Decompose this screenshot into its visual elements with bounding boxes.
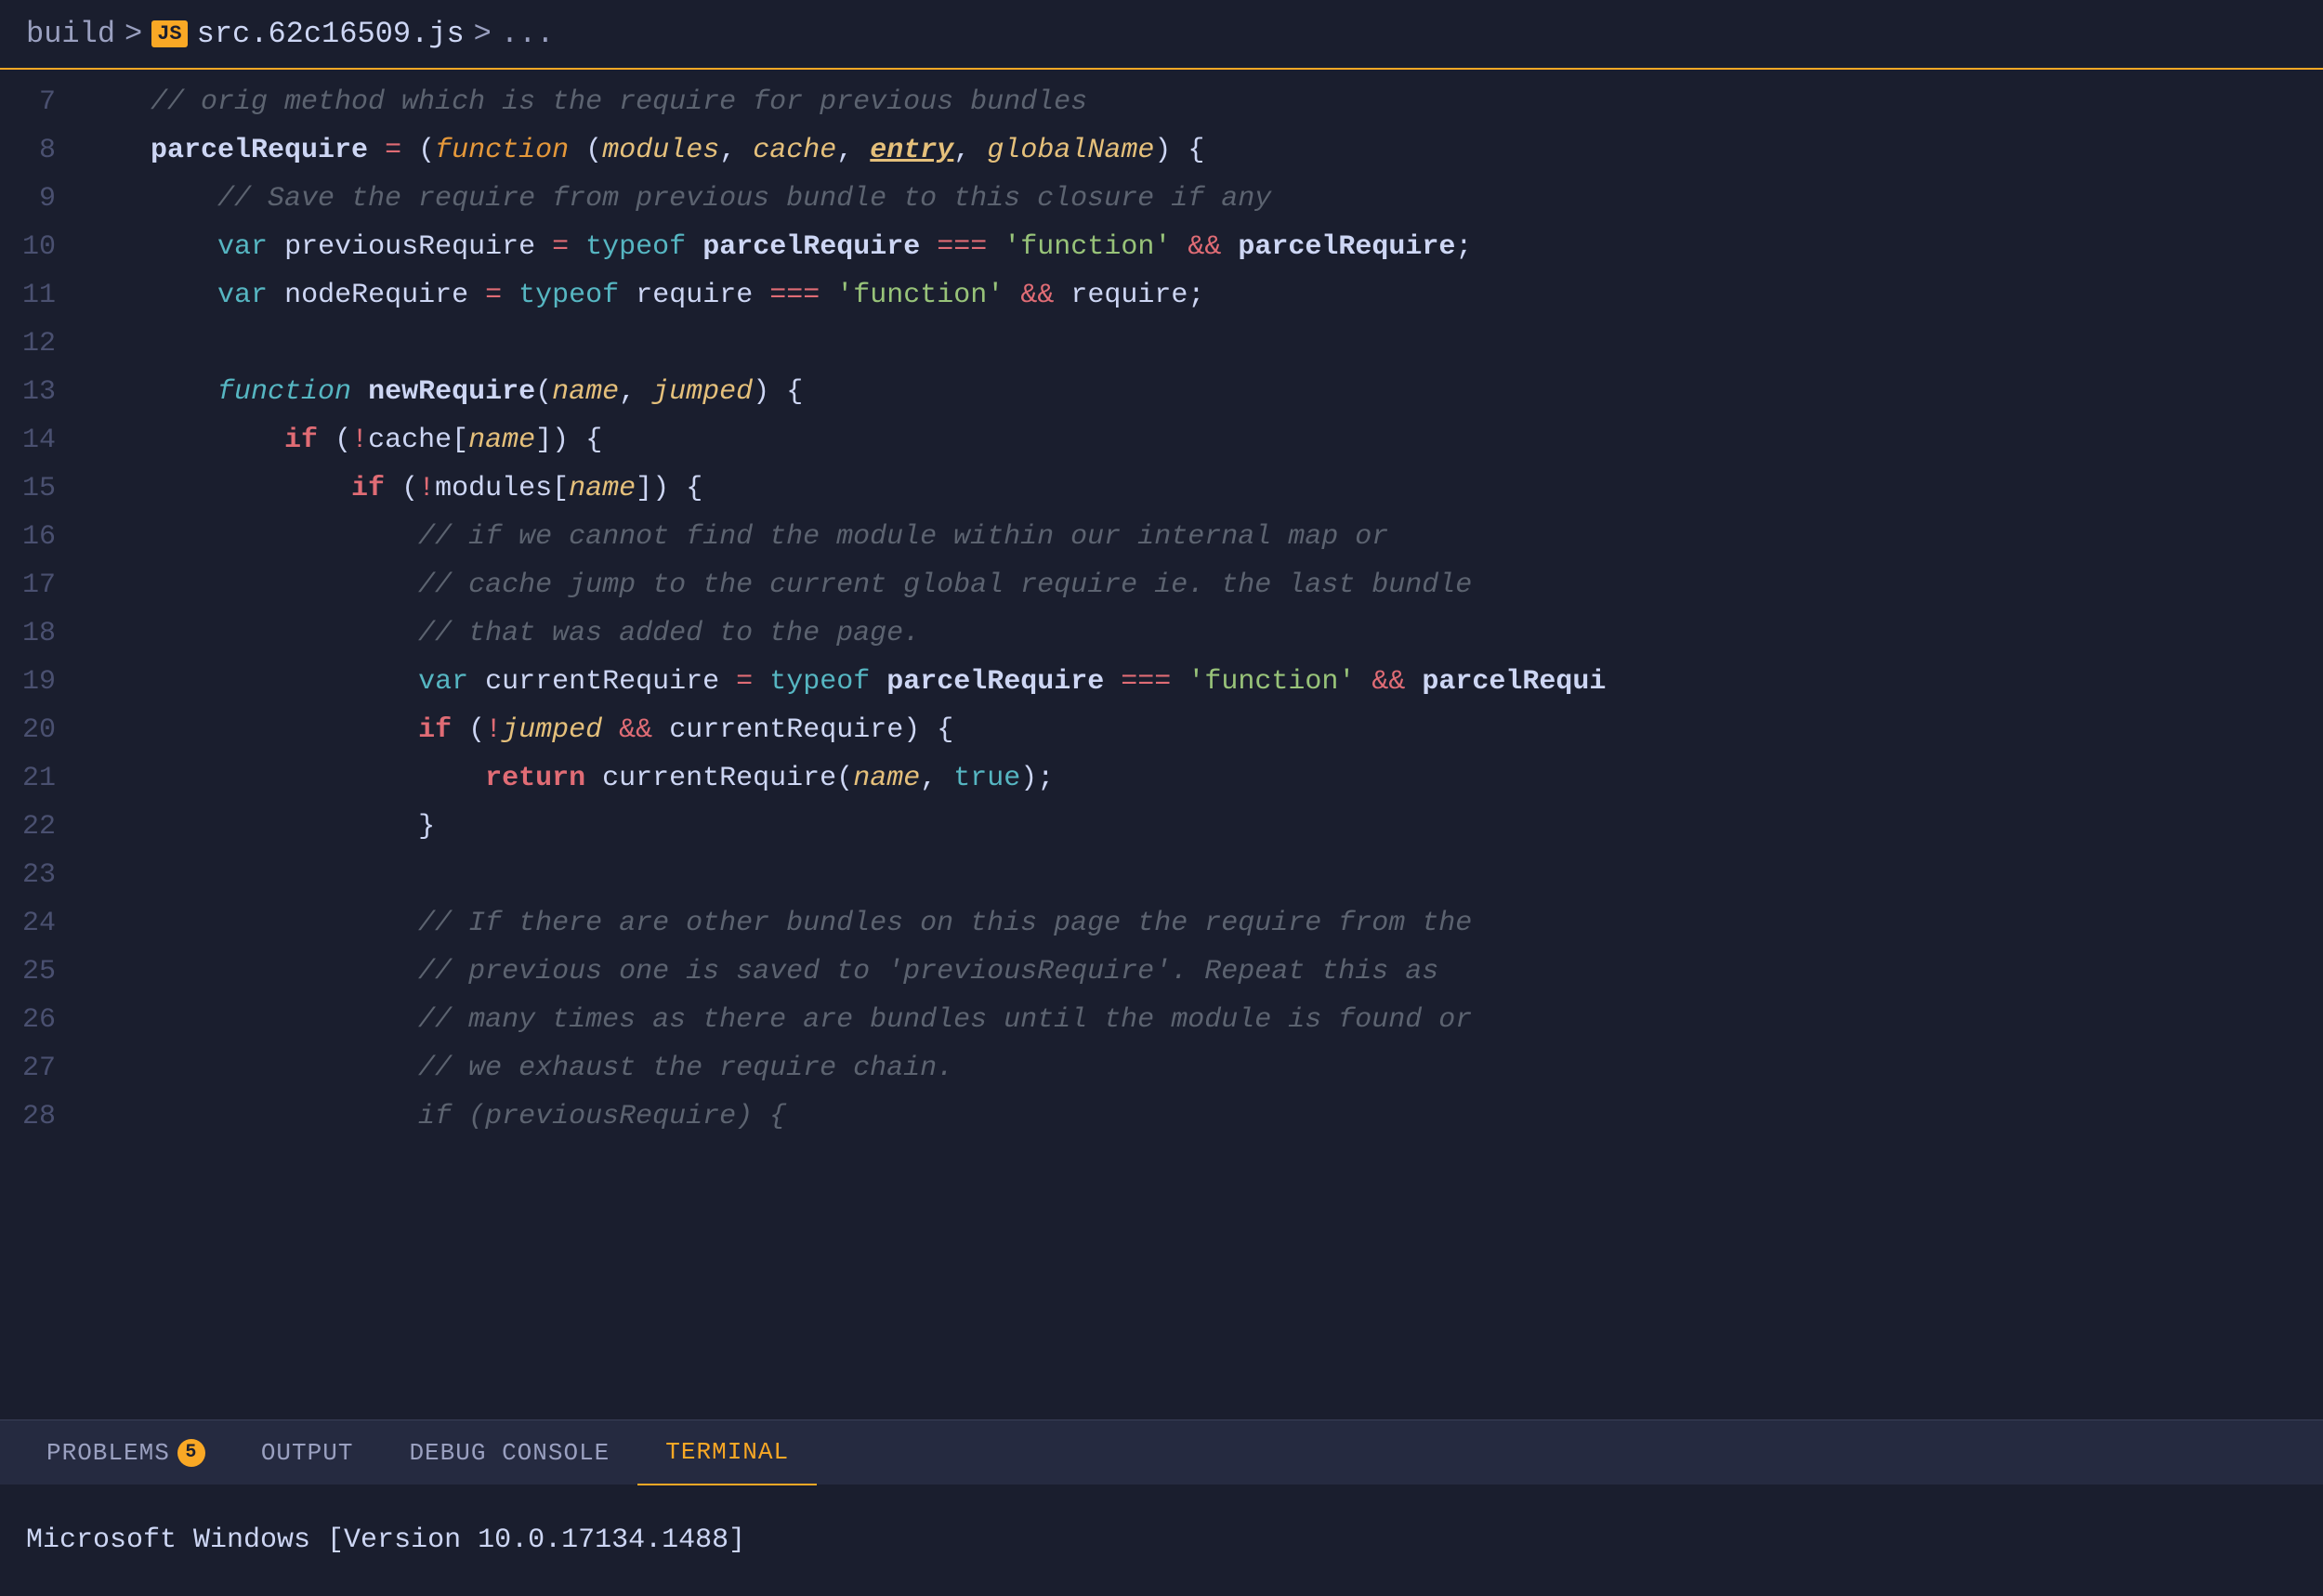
line-num-14: 14 bbox=[0, 425, 84, 456]
line-content-12 bbox=[84, 322, 2323, 366]
line-content-7: // orig method which is the require for … bbox=[84, 81, 2323, 124]
line-content-28: if (previousRequire) { bbox=[84, 1095, 2323, 1139]
line-num-27: 27 bbox=[0, 1053, 84, 1084]
line-num-20: 20 bbox=[0, 714, 84, 746]
line-content-17: // cache jump to the current global requ… bbox=[84, 564, 2323, 608]
breadcrumb-build[interactable]: build bbox=[26, 17, 115, 51]
tab-terminal[interactable]: TERMINAL bbox=[637, 1420, 817, 1485]
code-line-11: 11 var nodeRequire = typeof require === … bbox=[0, 272, 2323, 321]
line-content-20: if (!jumped && currentRequire) { bbox=[84, 709, 2323, 752]
code-line-20: 20 if (!jumped && currentRequire) { bbox=[0, 707, 2323, 755]
line-num-7: 7 bbox=[0, 86, 84, 118]
code-line-24: 24 // If there are other bundles on this… bbox=[0, 900, 2323, 948]
tab-debug[interactable]: DEBUG CONSOLE bbox=[381, 1420, 637, 1485]
line-num-10: 10 bbox=[0, 231, 84, 263]
code-line-28: 28 if (previousRequire) { bbox=[0, 1093, 2323, 1142]
line-num-18: 18 bbox=[0, 618, 84, 649]
code-line-26: 26 // many times as there are bundles un… bbox=[0, 997, 2323, 1045]
line-num-9: 9 bbox=[0, 183, 84, 215]
line-content-24: // If there are other bundles on this pa… bbox=[84, 902, 2323, 946]
line-content-13: function newRequire(name, jumped) { bbox=[84, 371, 2323, 414]
line-num-12: 12 bbox=[0, 328, 84, 360]
tab-output[interactable]: OUTPUT bbox=[233, 1420, 382, 1485]
breadcrumb-sep2: > bbox=[474, 17, 492, 51]
line-num-13: 13 bbox=[0, 376, 84, 408]
line-num-23: 23 bbox=[0, 859, 84, 891]
line-content-19: var currentRequire = typeof parcelRequir… bbox=[84, 661, 2323, 704]
line-num-8: 8 bbox=[0, 135, 84, 166]
code-line-23: 23 bbox=[0, 852, 2323, 900]
line-content-21: return currentRequire(name, true); bbox=[84, 757, 2323, 801]
tab-debug-label: DEBUG CONSOLE bbox=[409, 1439, 610, 1467]
line-num-24: 24 bbox=[0, 908, 84, 939]
line-num-19: 19 bbox=[0, 666, 84, 698]
code-line-19: 19 var currentRequire = typeof parcelReq… bbox=[0, 659, 2323, 707]
code-line-25: 25 // previous one is saved to 'previous… bbox=[0, 948, 2323, 997]
code-line-12: 12 bbox=[0, 321, 2323, 369]
line-num-16: 16 bbox=[0, 521, 84, 553]
terminal-output: Microsoft Windows [Version 10.0.17134.14… bbox=[0, 1485, 2323, 1596]
line-content-26: // many times as there are bundles until… bbox=[84, 999, 2323, 1042]
code-line-27: 27 // we exhaust the require chain. bbox=[0, 1045, 2323, 1093]
tab-terminal-label: TERMINAL bbox=[665, 1438, 789, 1466]
code-line-13: 13 function newRequire(name, jumped) { bbox=[0, 369, 2323, 417]
line-num-17: 17 bbox=[0, 569, 84, 601]
line-content-22: } bbox=[84, 805, 2323, 849]
code-line-10: 10 var previousRequire = typeof parcelRe… bbox=[0, 224, 2323, 272]
breadcrumb: build > JS src.62c16509.js > ... bbox=[0, 0, 2323, 70]
tab-problems[interactable]: PROBLEMS 5 bbox=[19, 1420, 233, 1485]
line-num-15: 15 bbox=[0, 473, 84, 504]
tab-output-label: OUTPUT bbox=[261, 1439, 354, 1467]
code-line-8: 8 parcelRequire = (function (modules, ca… bbox=[0, 127, 2323, 176]
js-file-icon: JS bbox=[151, 20, 187, 47]
bottom-panel: PROBLEMS 5 OUTPUT DEBUG CONSOLE TERMINAL… bbox=[0, 1419, 2323, 1596]
line-num-11: 11 bbox=[0, 280, 84, 311]
terminal-line: Microsoft Windows [Version 10.0.17134.14… bbox=[26, 1524, 745, 1556]
line-num-26: 26 bbox=[0, 1004, 84, 1036]
code-line-7: 7 // orig method which is the require fo… bbox=[0, 79, 2323, 127]
panel-tab-bar: PROBLEMS 5 OUTPUT DEBUG CONSOLE TERMINAL bbox=[0, 1419, 2323, 1485]
line-content-27: // we exhaust the require chain. bbox=[84, 1047, 2323, 1091]
code-line-21: 21 return currentRequire(name, true); bbox=[0, 755, 2323, 804]
line-content-15: if (!modules[name]) { bbox=[84, 467, 2323, 511]
line-content-16: // if we cannot find the module within o… bbox=[84, 516, 2323, 559]
code-line-16: 16 // if we cannot find the module withi… bbox=[0, 514, 2323, 562]
line-content-25: // previous one is saved to 'previousReq… bbox=[84, 950, 2323, 994]
line-content-11: var nodeRequire = typeof require === 'fu… bbox=[84, 274, 2323, 318]
line-content-10: var previousRequire = typeof parcelRequi… bbox=[84, 226, 2323, 269]
code-line-14: 14 if (!cache[name]) { bbox=[0, 417, 2323, 465]
breadcrumb-ellipsis: ... bbox=[501, 17, 555, 51]
code-line-17: 17 // cache jump to the current global r… bbox=[0, 562, 2323, 610]
line-content-9: // Save the require from previous bundle… bbox=[84, 177, 2323, 221]
line-content-14: if (!cache[name]) { bbox=[84, 419, 2323, 463]
problems-badge: 5 bbox=[177, 1439, 205, 1467]
line-num-25: 25 bbox=[0, 956, 84, 988]
code-line-15: 15 if (!modules[name]) { bbox=[0, 465, 2323, 514]
line-content-18: // that was added to the page. bbox=[84, 612, 2323, 656]
line-content-23 bbox=[84, 854, 2323, 897]
breadcrumb-filename[interactable]: src.62c16509.js bbox=[197, 17, 465, 51]
line-content-8: parcelRequire = (function (modules, cach… bbox=[84, 129, 2323, 173]
code-line-22: 22 } bbox=[0, 804, 2323, 852]
line-num-28: 28 bbox=[0, 1101, 84, 1132]
breadcrumb-sep1: > bbox=[125, 17, 142, 51]
tab-problems-label: PROBLEMS bbox=[46, 1439, 170, 1467]
code-line-9: 9 // Save the require from previous bund… bbox=[0, 176, 2323, 224]
code-line-18: 18 // that was added to the page. bbox=[0, 610, 2323, 659]
line-num-22: 22 bbox=[0, 811, 84, 843]
line-num-21: 21 bbox=[0, 763, 84, 794]
code-editor: 7 // orig method which is the require fo… bbox=[0, 70, 2323, 1419]
